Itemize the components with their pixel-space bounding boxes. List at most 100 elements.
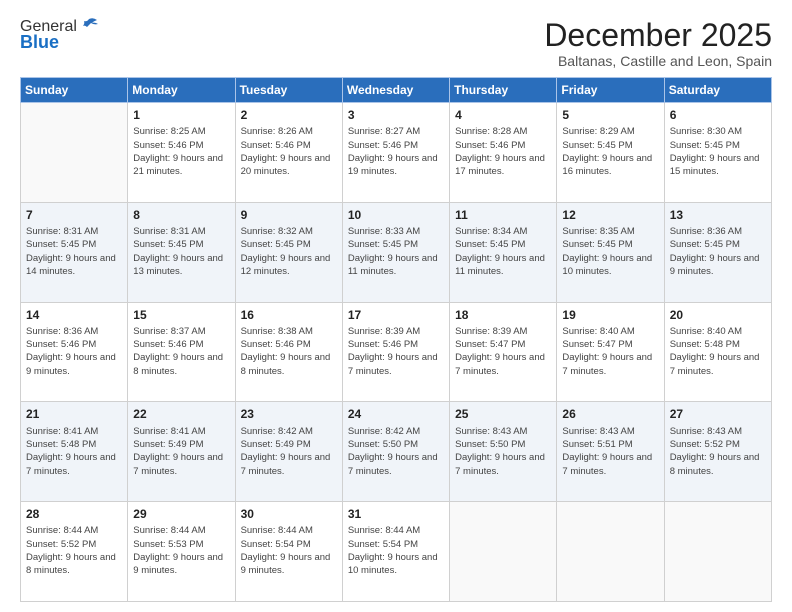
table-row: 20 Sunrise: 8:40 AMSunset: 5:48 PMDayligh… — [664, 302, 771, 402]
day-number: 26 — [562, 406, 658, 422]
col-friday: Friday — [557, 78, 664, 103]
cell-detail: Sunrise: 8:41 AMSunset: 5:48 PMDaylight:… — [26, 425, 122, 478]
table-row: 14 Sunrise: 8:36 AMSunset: 5:46 PMDayligh… — [21, 302, 128, 402]
day-number: 20 — [670, 307, 766, 323]
table-row: 30 Sunrise: 8:44 AMSunset: 5:54 PMDayligh… — [235, 502, 342, 602]
day-number: 23 — [241, 406, 337, 422]
table-row: 25 Sunrise: 8:43 AMSunset: 5:50 PMDayligh… — [450, 402, 557, 502]
day-number: 12 — [562, 207, 658, 223]
table-row: 31Sunrise: 8:44 AMSunset: 5:54 PMDayligh… — [342, 502, 449, 602]
day-number: 21 — [26, 406, 122, 422]
table-row: 3 Sunrise: 8:27 AMSunset: 5:46 PMDaylight… — [342, 103, 449, 203]
cell-detail: Sunrise: 8:42 AMSunset: 5:49 PMDaylight:… — [241, 425, 337, 478]
day-number: 16 — [241, 307, 337, 323]
table-row: 17 Sunrise: 8:39 AMSunset: 5:46 PMDayligh… — [342, 302, 449, 402]
table-row: 4 Sunrise: 8:28 AMSunset: 5:46 PMDaylight… — [450, 103, 557, 203]
cell-detail: Sunrise: 8:31 AMSunset: 5:45 PMDaylight:… — [133, 225, 229, 278]
day-number: 6 — [670, 107, 766, 123]
table-row: 10Sunrise: 8:33 AMSunset: 5:45 PMDayligh… — [342, 202, 449, 302]
calendar-page: General Blue December 2025 Baltanas, Cas… — [0, 0, 792, 612]
col-tuesday: Tuesday — [235, 78, 342, 103]
col-thursday: Thursday — [450, 78, 557, 103]
cell-detail: Sunrise: 8:36 AMSunset: 5:46 PMDaylight:… — [26, 325, 122, 378]
table-row: 26 Sunrise: 8:43 AMSunset: 5:51 PMDayligh… — [557, 402, 664, 502]
calendar-week-row: 7Sunrise: 8:31 AMSunset: 5:45 PMDaylight… — [21, 202, 772, 302]
cell-detail: Sunrise: 8:27 AMSunset: 5:46 PMDaylight:… — [348, 125, 444, 178]
table-row: 2 Sunrise: 8:26 AMSunset: 5:46 PMDaylight… — [235, 103, 342, 203]
cell-detail: Sunrise: 8:44 AMSunset: 5:52 PMDaylight:… — [26, 524, 122, 577]
cell-detail: Sunrise: 8:43 AMSunset: 5:51 PMDaylight:… — [562, 425, 658, 478]
day-number: 4 — [455, 107, 551, 123]
location-subtitle: Baltanas, Castille and Leon, Spain — [544, 53, 772, 69]
table-row: 1 Sunrise: 8:25 AMSunset: 5:46 PMDaylight… — [128, 103, 235, 203]
cell-detail: Sunrise: 8:28 AMSunset: 5:46 PMDaylight:… — [455, 125, 551, 178]
cell-detail: Sunrise: 8:40 AMSunset: 5:47 PMDaylight:… — [562, 325, 658, 378]
day-number: 3 — [348, 107, 444, 123]
logo-blue-text: Blue — [20, 32, 59, 53]
table-row: 8 Sunrise: 8:31 AMSunset: 5:45 PMDaylight… — [128, 202, 235, 302]
cell-detail: Sunrise: 8:43 AMSunset: 5:52 PMDaylight:… — [670, 425, 766, 478]
month-title: December 2025 — [544, 18, 772, 53]
table-row: 27Sunrise: 8:43 AMSunset: 5:52 PMDayligh… — [664, 402, 771, 502]
day-number: 18 — [455, 307, 551, 323]
cell-detail: Sunrise: 8:30 AMSunset: 5:45 PMDaylight:… — [670, 125, 766, 178]
table-row: 24 Sunrise: 8:42 AMSunset: 5:50 PMDayligh… — [342, 402, 449, 502]
col-wednesday: Wednesday — [342, 78, 449, 103]
cell-detail: Sunrise: 8:34 AMSunset: 5:45 PMDaylight:… — [455, 225, 551, 278]
day-number: 30 — [241, 506, 337, 522]
calendar-week-row: 14 Sunrise: 8:36 AMSunset: 5:46 PMDayligh… — [21, 302, 772, 402]
calendar-week-row: 1 Sunrise: 8:25 AMSunset: 5:46 PMDaylight… — [21, 103, 772, 203]
cell-detail: Sunrise: 8:42 AMSunset: 5:50 PMDaylight:… — [348, 425, 444, 478]
calendar-table: Sunday Monday Tuesday Wednesday Thursday… — [20, 77, 772, 602]
table-row: 19 Sunrise: 8:40 AMSunset: 5:47 PMDayligh… — [557, 302, 664, 402]
cell-detail: Sunrise: 8:37 AMSunset: 5:46 PMDaylight:… — [133, 325, 229, 378]
table-row: 28 Sunrise: 8:44 AMSunset: 5:52 PMDayligh… — [21, 502, 128, 602]
day-number: 8 — [133, 207, 229, 223]
day-number: 24 — [348, 406, 444, 422]
table-row: 7Sunrise: 8:31 AMSunset: 5:45 PMDaylight… — [21, 202, 128, 302]
day-number: 22 — [133, 406, 229, 422]
col-saturday: Saturday — [664, 78, 771, 103]
table-row: 13Sunrise: 8:36 AMSunset: 5:45 PMDayligh… — [664, 202, 771, 302]
logo-bird-icon — [79, 17, 99, 33]
cell-detail: Sunrise: 8:25 AMSunset: 5:46 PMDaylight:… — [133, 125, 229, 178]
day-number: 17 — [348, 307, 444, 323]
table-row: 18Sunrise: 8:39 AMSunset: 5:47 PMDayligh… — [450, 302, 557, 402]
title-block: December 2025 Baltanas, Castille and Leo… — [544, 18, 772, 69]
cell-detail: Sunrise: 8:26 AMSunset: 5:46 PMDaylight:… — [241, 125, 337, 178]
cell-detail: Sunrise: 8:41 AMSunset: 5:49 PMDaylight:… — [133, 425, 229, 478]
logo: General Blue — [20, 18, 99, 53]
cell-detail: Sunrise: 8:44 AMSunset: 5:54 PMDaylight:… — [348, 524, 444, 577]
cell-detail: Sunrise: 8:38 AMSunset: 5:46 PMDaylight:… — [241, 325, 337, 378]
day-number: 15 — [133, 307, 229, 323]
cell-detail: Sunrise: 8:35 AMSunset: 5:45 PMDaylight:… — [562, 225, 658, 278]
cell-detail: Sunrise: 8:44 AMSunset: 5:54 PMDaylight:… — [241, 524, 337, 577]
day-number: 14 — [26, 307, 122, 323]
table-row — [664, 502, 771, 602]
table-row: 6 Sunrise: 8:30 AMSunset: 5:45 PMDaylight… — [664, 103, 771, 203]
header: General Blue December 2025 Baltanas, Cas… — [20, 18, 772, 69]
day-number: 25 — [455, 406, 551, 422]
day-number: 2 — [241, 107, 337, 123]
table-row: 29Sunrise: 8:44 AMSunset: 5:53 PMDayligh… — [128, 502, 235, 602]
cell-detail: Sunrise: 8:43 AMSunset: 5:50 PMDaylight:… — [455, 425, 551, 478]
col-monday: Monday — [128, 78, 235, 103]
cell-detail: Sunrise: 8:33 AMSunset: 5:45 PMDaylight:… — [348, 225, 444, 278]
day-number: 11 — [455, 207, 551, 223]
cell-detail: Sunrise: 8:32 AMSunset: 5:45 PMDaylight:… — [241, 225, 337, 278]
cell-detail: Sunrise: 8:31 AMSunset: 5:45 PMDaylight:… — [26, 225, 122, 278]
day-number: 5 — [562, 107, 658, 123]
table-row: 21 Sunrise: 8:41 AMSunset: 5:48 PMDayligh… — [21, 402, 128, 502]
day-number: 9 — [241, 207, 337, 223]
table-row: 22 Sunrise: 8:41 AMSunset: 5:49 PMDayligh… — [128, 402, 235, 502]
table-row — [21, 103, 128, 203]
cell-detail: Sunrise: 8:40 AMSunset: 5:48 PMDaylight:… — [670, 325, 766, 378]
cell-detail: Sunrise: 8:39 AMSunset: 5:46 PMDaylight:… — [348, 325, 444, 378]
table-row: 12 Sunrise: 8:35 AMSunset: 5:45 PMDayligh… — [557, 202, 664, 302]
day-number: 28 — [26, 506, 122, 522]
calendar-week-row: 28 Sunrise: 8:44 AMSunset: 5:52 PMDayligh… — [21, 502, 772, 602]
day-number: 19 — [562, 307, 658, 323]
cell-detail: Sunrise: 8:29 AMSunset: 5:45 PMDaylight:… — [562, 125, 658, 178]
col-sunday: Sunday — [21, 78, 128, 103]
day-number: 1 — [133, 107, 229, 123]
